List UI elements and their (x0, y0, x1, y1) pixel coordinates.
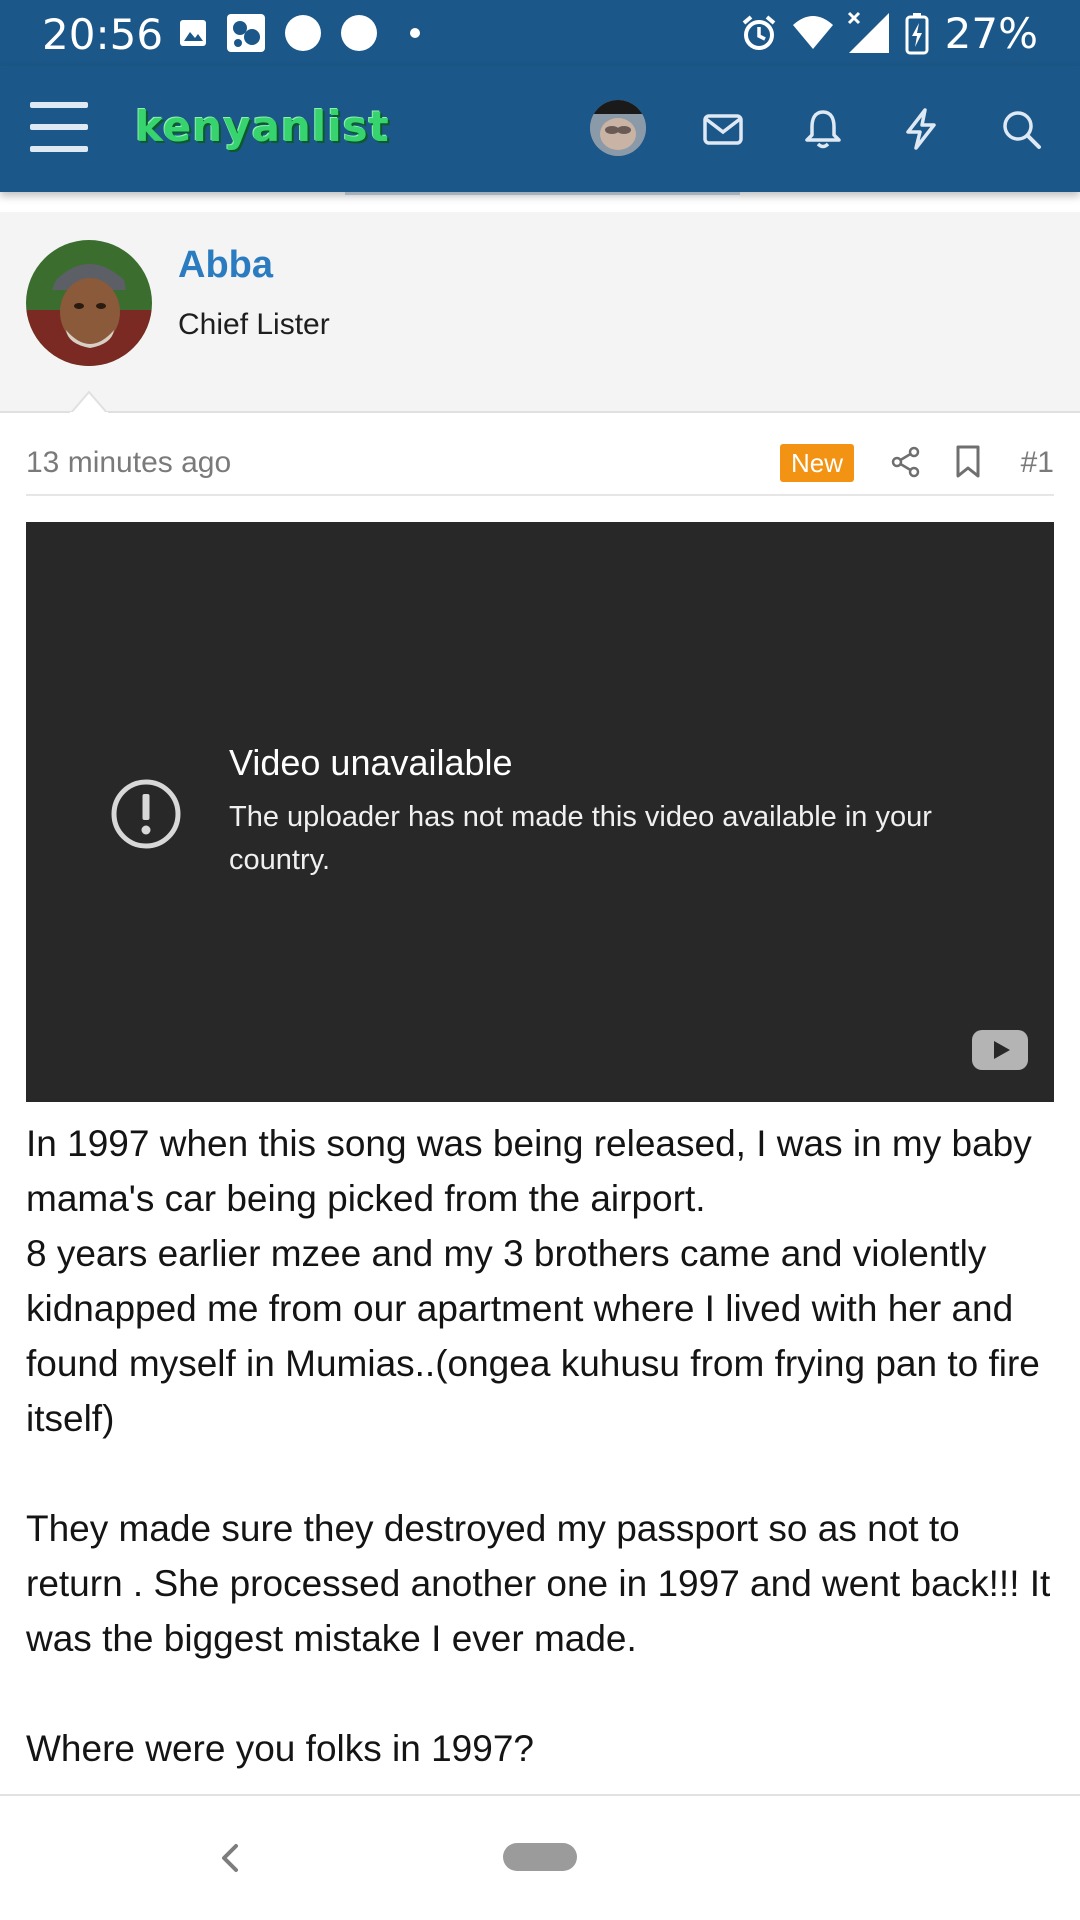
post-meta: 13 minutes ago New #1 (26, 438, 1054, 496)
status-system-icons: 27% (739, 8, 1038, 58)
post-paragraph: In 1997 when this song was being release… (26, 1123, 1032, 1219)
wifi-icon (792, 16, 833, 49)
dot-icon (410, 28, 420, 38)
bell-icon[interactable] (796, 102, 850, 156)
bookmark-icon[interactable] (948, 442, 988, 482)
image-icon (180, 20, 206, 46)
menu-icon[interactable] (30, 102, 88, 152)
video-title: Video unavailable (229, 742, 513, 783)
new-badge: New (780, 444, 855, 482)
site-logo[interactable]: kenyanlist (135, 102, 390, 151)
author-title: Chief Lister (178, 308, 330, 341)
post-paragraph: 8 years earlier mzee and my 3 brothers c… (26, 1233, 1040, 1439)
circle-icon (285, 15, 321, 51)
author-block: Abba Chief Lister (0, 212, 1080, 413)
post-paragraph: Where were you folks in 1997? (26, 1728, 534, 1769)
share-icon[interactable] (886, 442, 926, 482)
search-icon[interactable] (994, 102, 1048, 156)
signal-icon (847, 11, 889, 53)
author-name[interactable]: Abba (178, 244, 273, 287)
status-bar: 20:56 27% (0, 0, 1080, 66)
youtube-icon[interactable] (972, 1030, 1028, 1070)
system-nav-bar (0, 1796, 1080, 1920)
post-timestamp[interactable]: 13 minutes ago (26, 446, 231, 480)
back-icon[interactable] (210, 1838, 250, 1878)
alert-icon (111, 779, 181, 849)
battery-charging-icon (905, 13, 929, 55)
photo-app-icon (227, 14, 265, 52)
app-header: kenyanlist (0, 66, 1080, 192)
home-pill[interactable] (503, 1843, 577, 1871)
video-message: The uploader has not made this video ava… (229, 801, 932, 876)
post-paragraph: They made sure they destroyed my passpor… (26, 1508, 1051, 1659)
battery-percentage: 27% (944, 8, 1038, 58)
author-avatar[interactable] (26, 240, 152, 366)
header-progress-line (345, 192, 740, 195)
post-number[interactable]: #1 (1021, 446, 1054, 480)
status-notification-icons (178, 13, 434, 53)
user-avatar[interactable] (590, 100, 646, 156)
mail-icon[interactable] (696, 102, 750, 156)
status-time: 20:56 (42, 10, 164, 59)
circle-icon (341, 15, 377, 51)
author-pointer (70, 390, 108, 414)
bolt-icon[interactable] (894, 102, 948, 156)
alarm-icon (742, 15, 775, 50)
video-embed[interactable]: Video unavailable The uploader has not m… (26, 522, 1054, 1102)
post-body: In 1997 when this song was being release… (26, 1116, 1056, 1776)
